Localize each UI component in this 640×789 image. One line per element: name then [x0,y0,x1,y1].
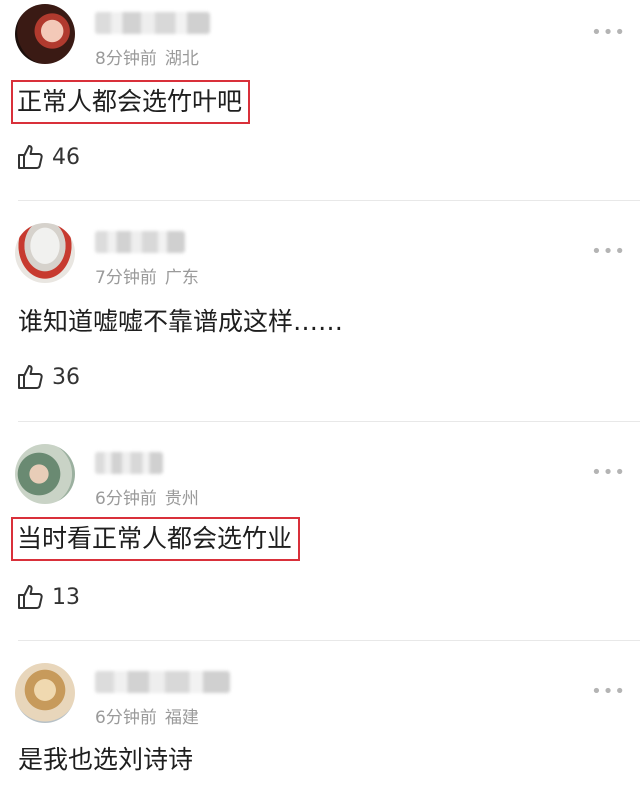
comment-item: 8分钟前 湖北 ••• 正常人都会选竹叶吧 46 [0,0,640,200]
comment-item: 7分钟前 广东 ••• 谁知道嘘嘘不靠谱成这样…… 36 [0,201,640,421]
comment-text: 谁知道嘘嘘不靠谱成这样…… [18,307,344,336]
comment-meta: 6分钟前 贵州 [95,484,199,509]
comment-time: 7分钟前 [95,268,157,288]
like-button[interactable]: 46 [16,142,80,172]
more-dots-icon[interactable]: ••• [591,681,626,702]
comment-text: 正常人都会选竹叶吧 [11,80,251,124]
avatar[interactable] [15,444,75,504]
username-redacted[interactable] [95,12,210,34]
avatar[interactable] [15,4,75,64]
comment-location: 福建 [164,708,199,728]
thumbs-up-icon [18,365,43,389]
comment-meta: 8分钟前 湖北 [95,44,199,69]
like-button[interactable]: 36 [16,362,80,392]
username-redacted[interactable] [95,671,230,693]
comment-time: 6分钟前 [95,489,157,509]
comment-text: 是我也选刘诗诗 [18,745,194,774]
avatar[interactable] [15,223,75,283]
like-count: 36 [52,364,80,390]
username-redacted[interactable] [95,231,185,253]
comment-item: 6分钟前 福建 ••• 是我也选刘诗诗 [0,641,640,789]
comment-time: 8分钟前 [95,49,157,69]
thumbs-up-icon [18,145,43,169]
more-dots-icon[interactable]: ••• [591,241,626,262]
thumbs-up-icon [18,585,43,609]
more-dots-icon[interactable]: ••• [591,22,626,43]
comment-location: 广东 [164,268,199,288]
comment-location: 贵州 [164,489,199,509]
comment-item: 6分钟前 贵州 ••• 当时看正常人都会选竹业 13 [0,422,640,640]
username-redacted[interactable] [95,452,163,474]
comment-meta: 7分钟前 广东 [95,263,199,288]
avatar[interactable] [15,663,75,723]
comment-location: 湖北 [164,49,199,69]
like-count: 46 [52,144,80,170]
comment-time: 6分钟前 [95,708,157,728]
like-count: 13 [52,584,80,610]
comment-meta: 6分钟前 福建 [95,703,199,728]
more-dots-icon[interactable]: ••• [591,462,626,483]
like-button[interactable]: 13 [16,582,80,612]
comment-text: 当时看正常人都会选竹业 [11,517,301,561]
